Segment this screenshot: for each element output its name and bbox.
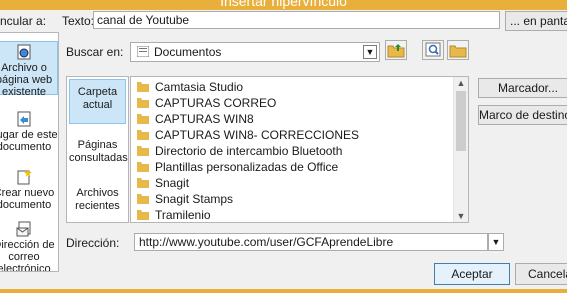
file-name: Directorio de intercambio Bluetooth	[155, 144, 343, 158]
link-to-label: ncular a:	[0, 14, 47, 28]
text-to-display-input[interactable]: canal de Youtube	[93, 11, 500, 29]
search-web-icon	[425, 42, 441, 57]
bookmark-button[interactable]: Marcador...	[478, 78, 567, 98]
scope-label: Carpeta actual	[77, 86, 118, 111]
address-input[interactable]: http://www.youtube.com/user/GCFAprendeLi…	[134, 233, 488, 251]
folder-icon	[137, 82, 149, 93]
screentip-button[interactable]: ... en pantalla...	[505, 11, 567, 31]
folder-icon	[137, 130, 149, 141]
title-bar: Insertar hipervínculo	[0, 0, 567, 10]
folder-icon	[137, 194, 149, 205]
nav-item-existing-file[interactable]: Archivo o página web existente	[0, 41, 58, 98]
file-name: Tramilenio	[155, 208, 211, 222]
cancel-button[interactable]: Cancelar	[515, 263, 567, 285]
folder-icon	[137, 210, 149, 221]
file-name: CAPTURAS WIN8	[155, 112, 254, 126]
list-item[interactable]: Snagit	[137, 175, 189, 191]
list-item[interactable]: Snagit Stamps	[137, 191, 233, 207]
target-frame-button[interactable]: Marco de destino...	[478, 105, 567, 125]
nav-item-this-document[interactable]: Lugar de este documento	[0, 111, 58, 153]
look-in-select[interactable]: Documentos ▼	[130, 42, 380, 62]
nav-item-label: Lugar de este documento	[0, 129, 58, 153]
up-folder-button[interactable]	[385, 40, 407, 60]
folder-icon	[137, 46, 149, 57]
folder-icon	[137, 114, 149, 125]
nav-item-new-document[interactable]: Crear nuevo documento	[0, 169, 58, 211]
scope-recent-files[interactable]: Archivos recientes	[69, 187, 126, 213]
file-name: Camtasia Studio	[155, 80, 244, 94]
address-label: Dirección:	[66, 236, 120, 250]
browse-file-button[interactable]	[447, 40, 469, 60]
nav-item-label: Archivo o página web existente	[0, 62, 53, 98]
scroll-up-icon[interactable]: ▲	[454, 77, 468, 89]
folder-icon	[137, 98, 149, 109]
link-to-nav: Archivo o página web existente Lugar de …	[0, 32, 59, 272]
up-folder-icon	[387, 44, 405, 58]
list-item[interactable]: CAPTURAS CORREO	[137, 95, 276, 111]
file-list-scrollbar[interactable]: ▲ ▼	[453, 77, 468, 222]
document-place-icon	[17, 111, 31, 127]
list-item[interactable]: CAPTURAS WIN8	[137, 111, 254, 127]
email-icon	[16, 221, 31, 237]
nav-item-label: Crear nuevo documento	[0, 187, 55, 211]
list-item[interactable]: CAPTURAS WIN8- CORRECCIONES	[137, 127, 359, 143]
folder-icon	[137, 146, 149, 157]
file-name: Snagit	[155, 176, 190, 190]
text-label: Texto:	[62, 14, 95, 28]
chevron-down-icon[interactable]: ▼	[488, 233, 504, 251]
scope-current-folder[interactable]: Carpeta actual	[69, 79, 126, 124]
chevron-down-icon[interactable]: ▼	[363, 45, 377, 59]
list-item[interactable]: Plantillas personalizadas de Office	[137, 159, 338, 175]
file-list[interactable]: Camtasia Studio CAPTURAS CORREO CAPTURAS…	[130, 76, 469, 223]
new-document-icon	[17, 169, 32, 185]
list-item[interactable]: Tramilenio	[137, 207, 211, 222]
scope-panel: Carpeta actual Páginas consultadas Archi…	[66, 76, 129, 223]
globe-page-icon	[17, 44, 31, 60]
scrollbar-thumb[interactable]	[456, 91, 466, 151]
scope-label: Archivos recientes	[75, 187, 120, 212]
browse-web-button[interactable]	[422, 40, 444, 60]
look-in-value: Documentos	[154, 45, 222, 59]
scope-label: Páginas consultadas	[69, 139, 128, 164]
ok-button[interactable]: Aceptar	[434, 263, 510, 285]
hyperlink-dialog: ncular a: Archivo o página web existente…	[0, 10, 567, 289]
folder-icon	[137, 162, 149, 173]
look-in-label: Buscar en:	[66, 45, 124, 59]
nav-item-email[interactable]: Dirección de correo electrónico	[0, 221, 58, 272]
file-name: Snagit Stamps	[155, 192, 234, 206]
folder-icon	[137, 178, 149, 189]
accent-strip	[0, 289, 567, 293]
window-title: Insertar hipervínculo	[220, 0, 347, 9]
scope-browsed-pages[interactable]: Páginas consultadas	[69, 139, 128, 165]
open-folder-icon	[449, 45, 467, 58]
file-name: CAPTURAS WIN8- CORRECCIONES	[155, 128, 360, 142]
list-item[interactable]: Camtasia Studio	[137, 79, 243, 95]
scroll-down-icon[interactable]: ▼	[454, 210, 468, 222]
nav-item-label: Dirección de correo electrónico	[0, 239, 55, 272]
file-name: Plantillas personalizadas de Office	[155, 160, 339, 174]
list-item[interactable]: Directorio de intercambio Bluetooth	[137, 143, 342, 159]
file-name: CAPTURAS CORREO	[155, 96, 277, 110]
